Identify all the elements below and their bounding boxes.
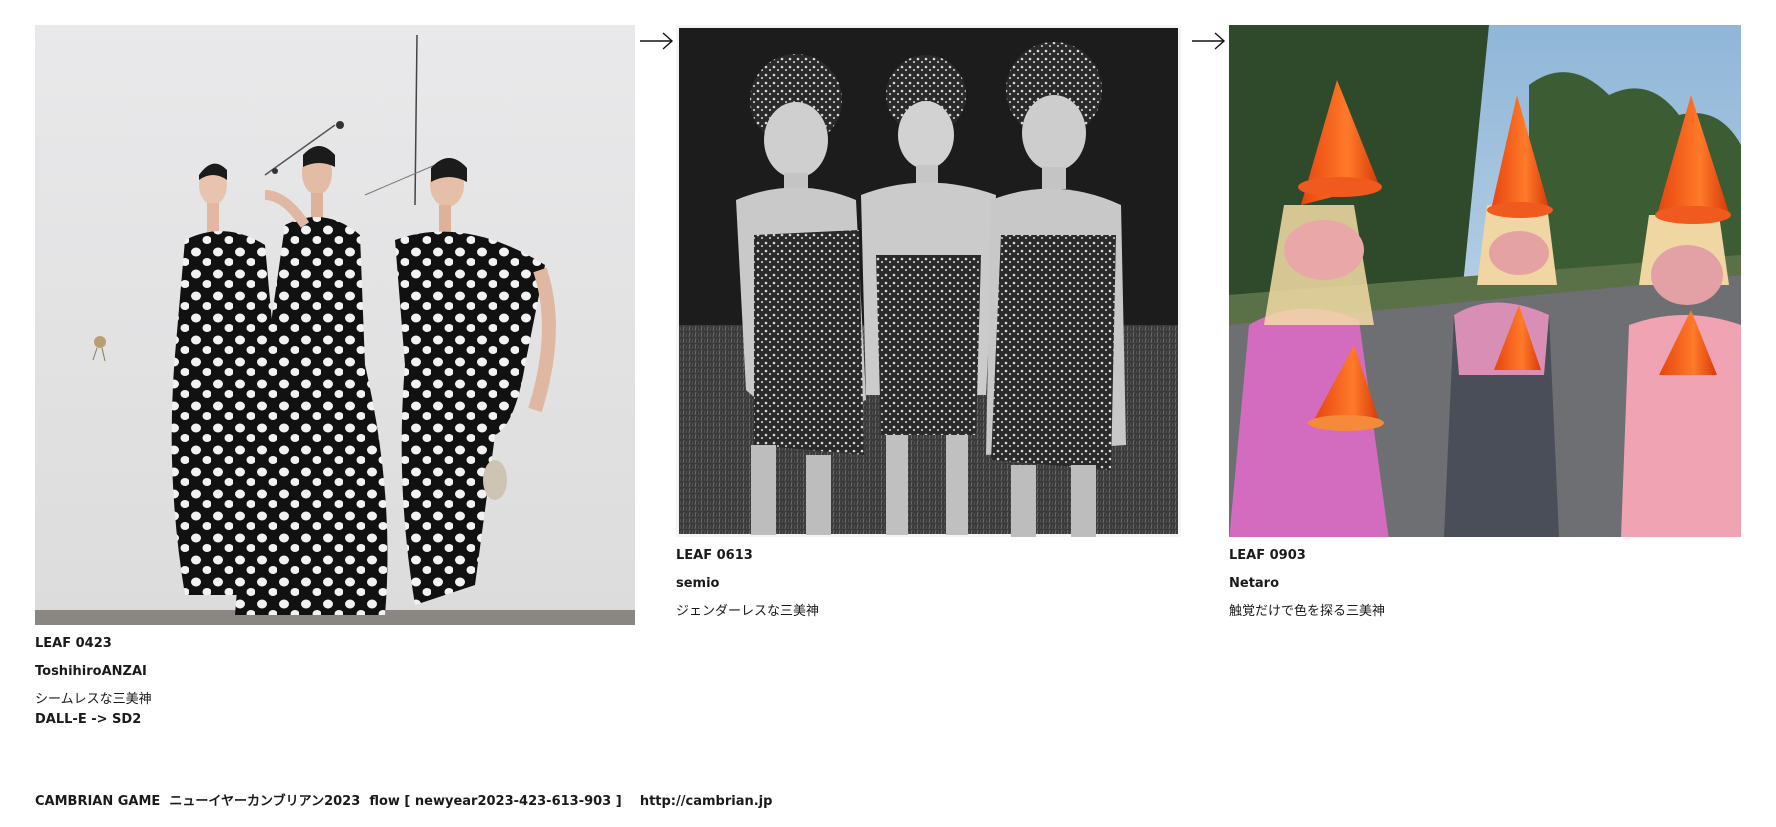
author-name[interactable]: semio	[676, 574, 819, 594]
footer-brand: CAMBRIAN GAME	[35, 794, 161, 809]
footer-event: ニューイヤーカンブリアン2023	[169, 794, 361, 809]
leaf-0423-caption: LEAF 0423 ToshihiroANZAI シームレスな三美神 DALL-…	[35, 634, 152, 730]
leaf-title: ジェンダーレスな三美神	[676, 604, 820, 619]
footer: CAMBRIAN GAME ニューイヤーカンブリアン2023 flow [ ne…	[35, 792, 772, 812]
leaf-0903-caption: LEAF 0903 Netaro 触覚だけで色を探る三美神	[1229, 546, 1385, 622]
leaf-0613-image[interactable]	[676, 25, 1181, 537]
leaf-0903-photo	[1229, 25, 1741, 537]
leaf-id: LEAF 0423	[35, 636, 112, 651]
footer-url-link[interactable]: http://cambrian.jp	[640, 794, 773, 809]
right-arrow-icon	[1192, 31, 1226, 51]
leaf-id: LEAF 0903	[1229, 548, 1306, 563]
leaf-note: DALL-E -> SD2	[35, 712, 142, 727]
leaf-0613-caption: LEAF 0613 semio ジェンダーレスな三美神	[676, 546, 819, 622]
leaf-title: シームレスな三美神	[35, 692, 152, 707]
leaf-title: 触覚だけで色を探る三美神	[1229, 604, 1386, 619]
author-name[interactable]: Netaro	[1229, 574, 1385, 594]
leaf-0423-image[interactable]	[35, 25, 635, 625]
leaf-0613-photo	[676, 25, 1181, 537]
leaf-id: LEAF 0613	[676, 548, 753, 563]
leaf-0423-artwork	[35, 25, 635, 625]
footer-flow: flow [ newyear2023-423-613-903 ]	[369, 794, 622, 809]
right-arrow-icon	[640, 31, 674, 51]
author-name[interactable]: ToshihiroANZAI	[35, 662, 152, 682]
leaf-0903-image[interactable]	[1229, 25, 1741, 537]
